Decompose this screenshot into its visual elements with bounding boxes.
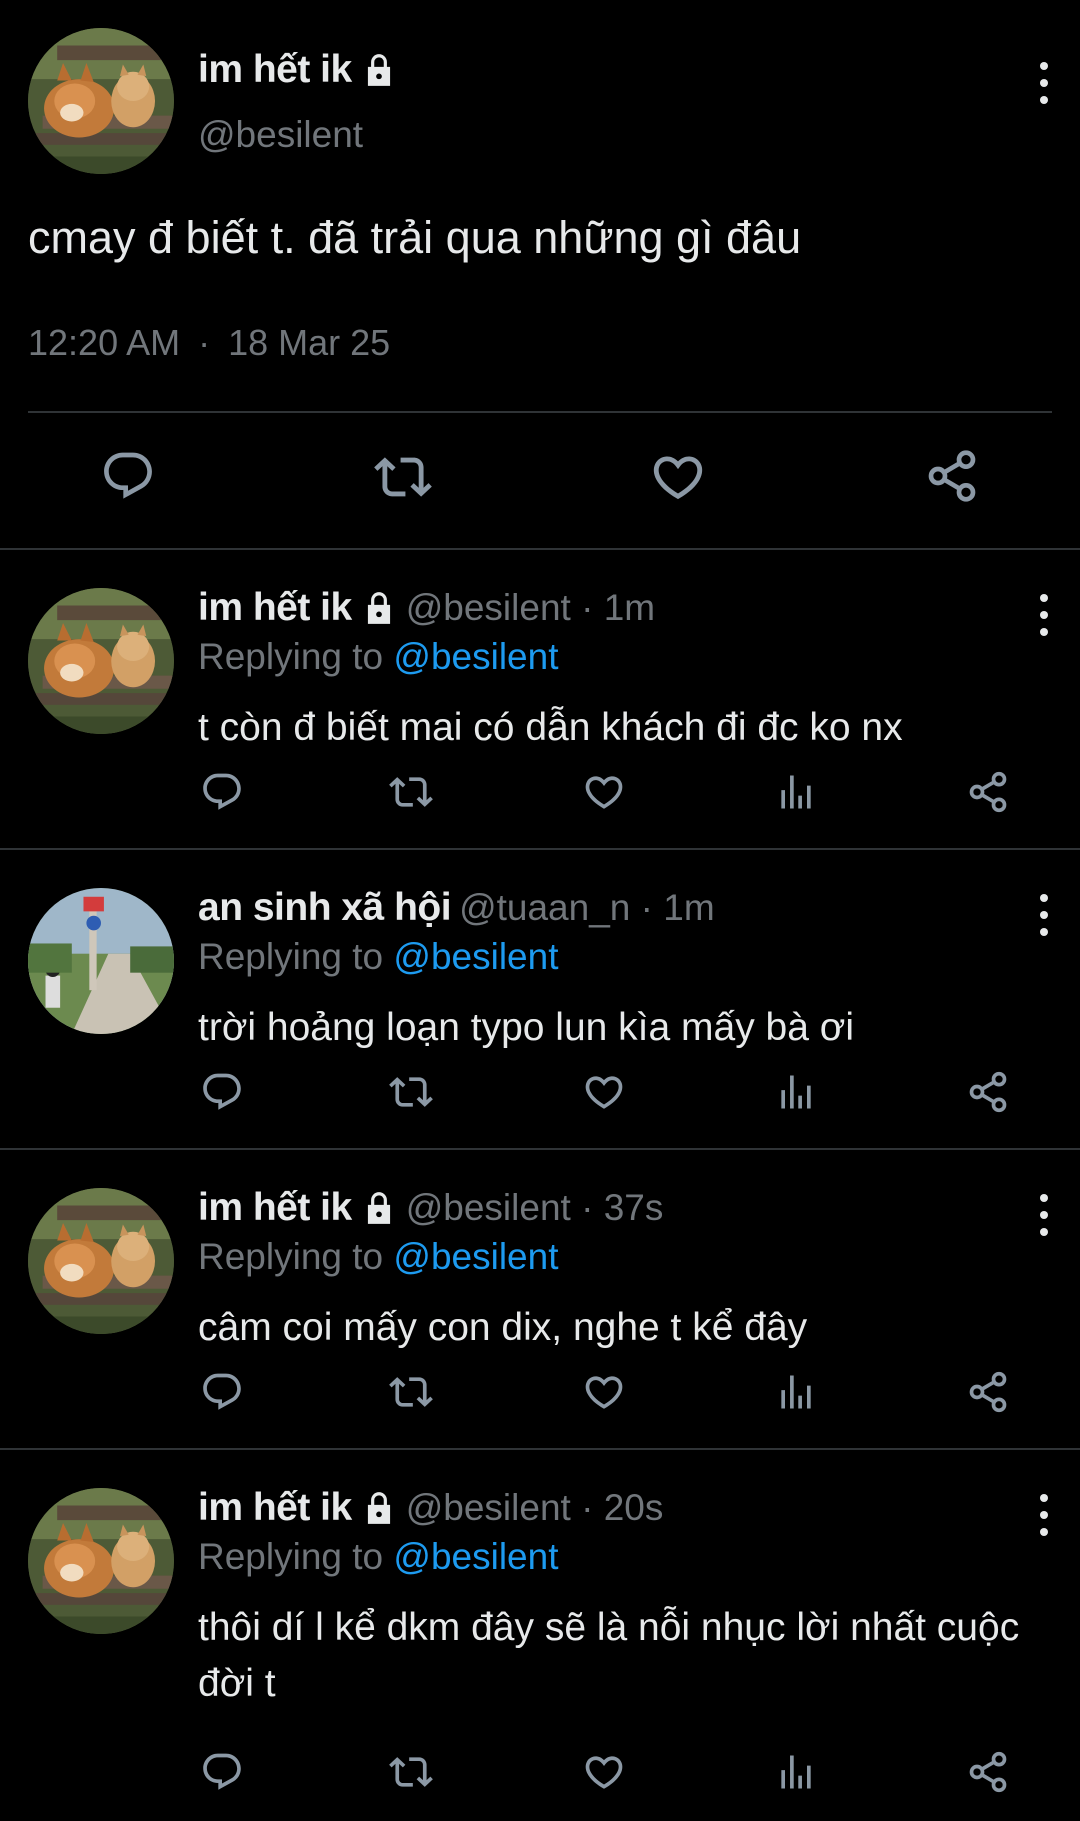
display-name[interactable]: im hết ik	[198, 1486, 352, 1530]
avatar[interactable]	[28, 28, 174, 174]
tweet-text: t còn đ biết mai có dẫn khách đi đc ko n…	[198, 706, 903, 749]
share-icon[interactable]	[966, 770, 1010, 814]
avatar[interactable]	[28, 588, 174, 734]
lock-icon	[360, 1189, 398, 1227]
action-bar	[0, 448, 1080, 514]
tweet-text: cmay đ biết t. đã trải qua những gì đâu	[28, 212, 802, 263]
handle-time[interactable]: @besilent · 20s	[406, 1487, 664, 1529]
retweet-icon[interactable]	[386, 770, 436, 814]
replying-to: Replying to @besilent	[198, 936, 558, 978]
share-icon[interactable]	[966, 1070, 1010, 1114]
display-name[interactable]: im hết ik	[198, 48, 352, 92]
display-name[interactable]: an sinh xã hội	[198, 886, 452, 930]
share-icon[interactable]	[924, 448, 980, 504]
retweet-icon[interactable]	[386, 1070, 436, 1114]
author-row: im hết ik @besilent · 37s	[198, 1186, 663, 1230]
retweet-icon[interactable]	[386, 1370, 436, 1414]
reply-icon[interactable]	[200, 1070, 244, 1114]
replying-prefix: Replying to	[198, 636, 394, 677]
more-vertical-icon[interactable]	[1034, 1194, 1054, 1236]
views-icon[interactable]	[774, 1370, 818, 1414]
heart-icon[interactable]	[582, 1370, 626, 1414]
views-icon[interactable]	[774, 1750, 818, 1794]
views-icon[interactable]	[774, 770, 818, 814]
replying-prefix: Replying to	[198, 1236, 394, 1277]
action-bar	[0, 1750, 1080, 1800]
replying-to: Replying to @besilent	[198, 636, 558, 678]
reply-icon[interactable]	[200, 1370, 244, 1414]
action-bar	[0, 1070, 1080, 1120]
author-row: im hết ik	[198, 48, 398, 92]
replying-prefix: Replying to	[198, 936, 394, 977]
timestamp[interactable]: 12:20 AM · 18 Mar 25	[28, 322, 390, 364]
more-vertical-icon[interactable]	[1034, 62, 1054, 104]
mention-link[interactable]: @besilent	[393, 1536, 558, 1577]
mention-link[interactable]: @besilent	[393, 1236, 558, 1277]
replying-to: Replying to @besilent	[198, 1536, 558, 1578]
tweet-time: 12:20 AM	[28, 322, 181, 363]
reply-tweet[interactable]: an sinh xã hội @tuaan_n · 1m Replying to…	[0, 850, 1080, 1150]
handle-time[interactable]: @besilent · 37s	[406, 1187, 664, 1229]
mention-link[interactable]: @besilent	[393, 936, 558, 977]
heart-icon[interactable]	[582, 770, 626, 814]
display-name[interactable]: im hết ik	[198, 586, 352, 630]
lock-icon	[360, 51, 398, 89]
retweet-icon[interactable]	[386, 1750, 436, 1794]
tweet-date: 18 Mar 25	[228, 322, 391, 363]
tweet-text: câm coi mấy con dix, nghe t kể đây	[198, 1306, 808, 1349]
replying-prefix: Replying to	[198, 1536, 394, 1577]
views-icon[interactable]	[774, 1070, 818, 1114]
avatar[interactable]	[28, 888, 174, 1034]
heart-icon[interactable]	[582, 1070, 626, 1114]
author-row: an sinh xã hội @tuaan_n · 1m	[198, 886, 715, 930]
avatar[interactable]	[28, 1188, 174, 1334]
retweet-icon[interactable]	[372, 448, 434, 506]
author-row: im hết ik @besilent · 20s	[198, 1486, 663, 1530]
reply-tweet[interactable]: im hết ik @besilent · 1m Replying to @be…	[0, 550, 1080, 850]
username[interactable]: @besilent	[198, 114, 363, 156]
tweet-text: thôi dí l kể dkm đây sẽ là nỗi nhục lời …	[198, 1606, 1020, 1705]
heart-icon[interactable]	[582, 1750, 626, 1794]
action-bar	[0, 770, 1080, 820]
reply-icon[interactable]	[200, 1750, 244, 1794]
share-icon[interactable]	[966, 1370, 1010, 1414]
reply-icon[interactable]	[200, 770, 244, 814]
reply-tweet[interactable]: im hết ik @besilent · 37s Replying to @b…	[0, 1150, 1080, 1450]
meta-separator: ·	[198, 322, 211, 363]
replying-to: Replying to @besilent	[198, 1236, 558, 1278]
share-icon[interactable]	[966, 1750, 1010, 1794]
mention-link[interactable]: @besilent	[393, 636, 558, 677]
divider	[28, 411, 1052, 413]
reply-tweet[interactable]: im hết ik @besilent · 20s Replying to @b…	[0, 1450, 1080, 1821]
reply-icon[interactable]	[100, 448, 156, 504]
more-vertical-icon[interactable]	[1034, 594, 1054, 636]
action-bar	[0, 1370, 1080, 1420]
heart-icon[interactable]	[649, 448, 707, 506]
handle-time[interactable]: @besilent · 1m	[406, 587, 655, 629]
lock-icon	[360, 589, 398, 627]
more-vertical-icon[interactable]	[1034, 1494, 1054, 1536]
handle-time[interactable]: @tuaan_n · 1m	[459, 887, 715, 929]
more-vertical-icon[interactable]	[1034, 894, 1054, 936]
display-name[interactable]: im hết ik	[198, 1186, 352, 1230]
avatar[interactable]	[28, 1488, 174, 1634]
author-row: im hết ik @besilent · 1m	[198, 586, 655, 630]
tweet-text: trời hoảng loạn typo lun kìa mấy bà ơi	[198, 1006, 855, 1049]
lock-icon	[360, 1489, 398, 1527]
main-tweet: im hết ik @besilent cmay đ biết t. đã tr…	[0, 0, 1080, 550]
